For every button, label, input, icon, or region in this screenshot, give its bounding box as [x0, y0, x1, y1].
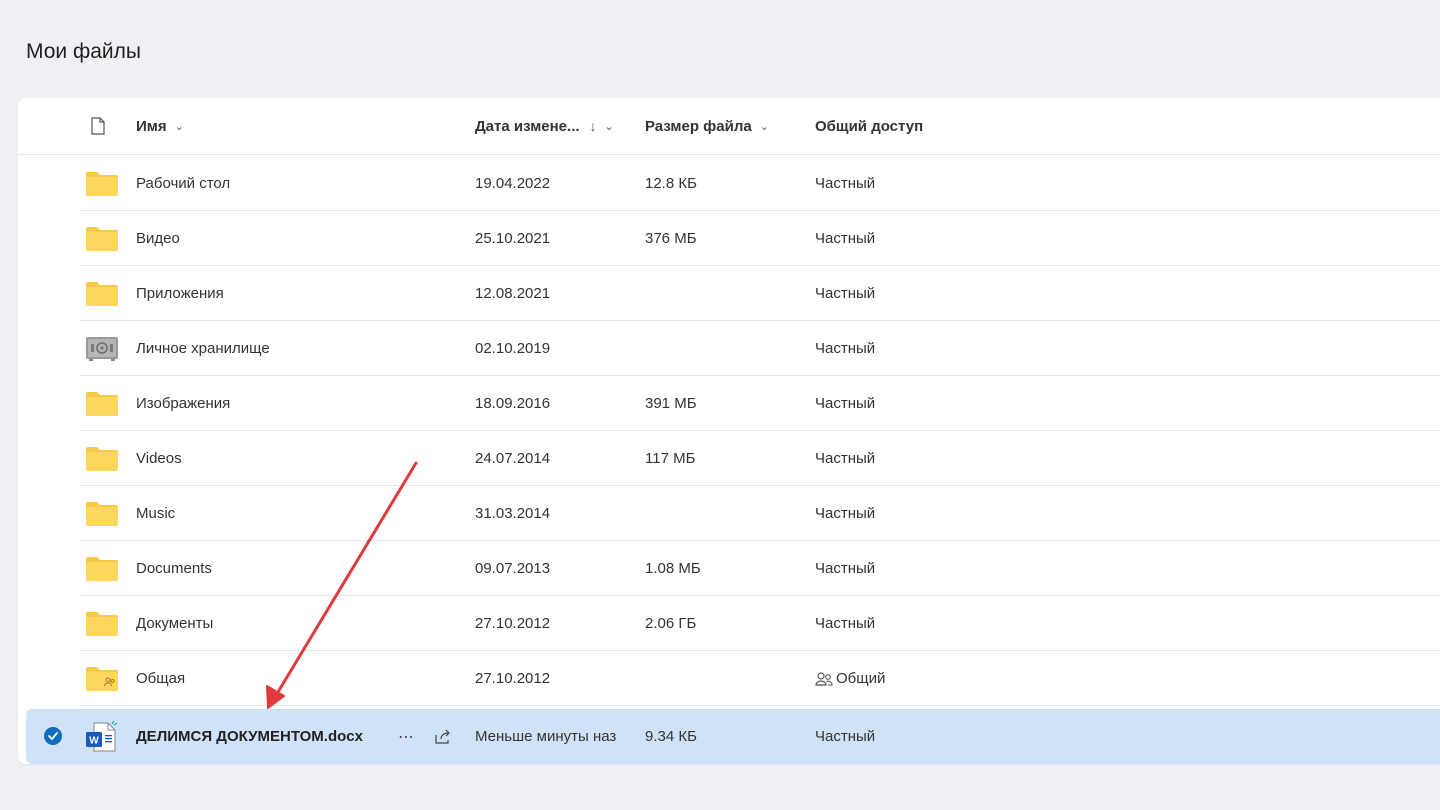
row-checkbox-checked-icon[interactable]: [44, 727, 62, 745]
file-name[interactable]: Videos: [136, 431, 182, 486]
shared-folder-icon: [84, 651, 120, 706]
file-modified: 02.10.2019: [475, 340, 551, 357]
file-row[interactable]: Рабочий стол 19.04.2022 12.8 КБ Частный: [18, 156, 1440, 211]
more-options-icon[interactable]: ⋯: [398, 709, 415, 764]
file-size: 117 МБ: [645, 450, 696, 467]
file-row[interactable]: Документы 27.10.2012 2.06 ГБ Частный: [18, 596, 1440, 651]
file-list-panel: Имя ⌄ Дата измене... ↓ ⌄ Размер файла ⌄ …: [18, 98, 1440, 764]
folder-icon: [84, 376, 120, 431]
file-sharing: Частный: [815, 560, 876, 577]
column-header-name-label: Имя: [136, 117, 167, 135]
column-header-modified-label: Дата измене...: [475, 117, 580, 135]
row-divider: [80, 705, 1440, 706]
folder-icon: [84, 486, 120, 541]
sort-descending-icon: ↓: [589, 118, 597, 134]
folder-icon: [84, 266, 120, 321]
file-row[interactable]: Личное хранилище 02.10.2019 Частный: [18, 321, 1440, 376]
file-name[interactable]: Личное хранилище: [136, 321, 270, 376]
file-row[interactable]: Music 31.03.2014 Частный: [18, 486, 1440, 541]
file-modified: 24.07.2014: [475, 450, 551, 467]
file-sharing: Частный: [815, 340, 876, 357]
file-name[interactable]: Приложения: [136, 266, 224, 321]
file-modified: 09.07.2013: [475, 560, 551, 577]
file-sharing: Частный: [815, 728, 876, 745]
folder-icon: [84, 431, 120, 486]
share-icon[interactable]: [434, 709, 452, 764]
file-modified: 31.03.2014: [475, 505, 551, 522]
chevron-down-icon: ⌄: [759, 120, 769, 133]
file-sharing: Частный: [815, 615, 876, 632]
file-modified: 18.09.2016: [475, 395, 551, 412]
file-modified: 12.08.2021: [475, 285, 551, 302]
file-modified: 25.10.2021: [475, 230, 551, 247]
file-sharing: Частный: [815, 175, 876, 192]
file-row[interactable]: Videos 24.07.2014 117 МБ Частный: [18, 431, 1440, 486]
chevron-down-icon: ⌄: [174, 120, 184, 133]
file-sharing: Частный: [815, 230, 876, 247]
column-header-sharing-label: Общий доступ: [815, 117, 924, 135]
file-modified: Меньше минуты наз: [475, 728, 617, 745]
file-name[interactable]: Изображения: [136, 376, 230, 431]
file-name[interactable]: Видео: [136, 211, 180, 266]
file-modified: 19.04.2022: [475, 175, 551, 192]
file-sharing: Частный: [815, 450, 876, 467]
column-header-size[interactable]: Размер файла ⌄: [645, 98, 769, 154]
file-size: 391 МБ: [645, 395, 697, 412]
file-name[interactable]: Документы: [136, 596, 213, 651]
file-sharing-label: Общий: [836, 670, 886, 687]
file-sharing: Общий: [815, 651, 885, 706]
file-sharing: Частный: [815, 505, 876, 522]
svg-text:W: W: [89, 735, 99, 746]
file-size: 12.8 КБ: [645, 175, 697, 192]
file-size: 2.06 ГБ: [645, 615, 697, 632]
file-row[interactable]: Общая 27.10.2012 Общий: [18, 651, 1440, 706]
file-sharing: Частный: [815, 285, 876, 302]
file-name[interactable]: Documents: [136, 541, 212, 596]
column-header-size-label: Размер файла: [645, 117, 752, 135]
file-name[interactable]: Рабочий стол: [136, 156, 230, 211]
people-icon: [815, 671, 833, 686]
file-row[interactable]: Изображения 18.09.2016 391 МБ Частный: [18, 376, 1440, 431]
folder-icon: [84, 211, 120, 266]
file-type-column-icon[interactable]: [90, 98, 106, 154]
folder-icon: [84, 541, 120, 596]
file-row[interactable]: Видео 25.10.2021 376 МБ Частный: [18, 211, 1440, 266]
column-header-sharing[interactable]: Общий доступ: [815, 98, 923, 154]
page-title: Мои файлы: [26, 40, 142, 63]
column-header-modified[interactable]: Дата измене... ↓ ⌄: [475, 98, 614, 154]
file-name[interactable]: ДЕЛИМСЯ ДОКУМЕНТОМ.docx: [136, 709, 363, 764]
vault-icon: [84, 321, 120, 376]
file-row-selected[interactable]: W ДЕЛИМСЯ ДОКУМЕНТОМ.docx ⋯ Меньше минут…: [26, 709, 1440, 764]
chevron-down-icon: ⌄: [604, 120, 614, 133]
file-name[interactable]: Общая: [136, 651, 185, 706]
file-list-header: Имя ⌄ Дата измене... ↓ ⌄ Размер файла ⌄ …: [18, 98, 1440, 155]
file-modified: 27.10.2012: [475, 670, 551, 687]
word-document-icon: W: [84, 709, 120, 764]
file-row[interactable]: Documents 09.07.2013 1.08 МБ Частный: [18, 541, 1440, 596]
file-modified: 27.10.2012: [475, 615, 551, 632]
file-size: 376 МБ: [645, 230, 697, 247]
file-size: 1.08 МБ: [645, 560, 701, 577]
file-name[interactable]: Music: [136, 486, 175, 541]
file-row[interactable]: Приложения 12.08.2021 Частный: [18, 266, 1440, 321]
folder-icon: [84, 156, 120, 211]
column-header-name[interactable]: Имя ⌄: [136, 98, 184, 154]
folder-icon: [84, 596, 120, 651]
file-size: 9.34 КБ: [645, 728, 697, 745]
file-sharing: Частный: [815, 395, 876, 412]
